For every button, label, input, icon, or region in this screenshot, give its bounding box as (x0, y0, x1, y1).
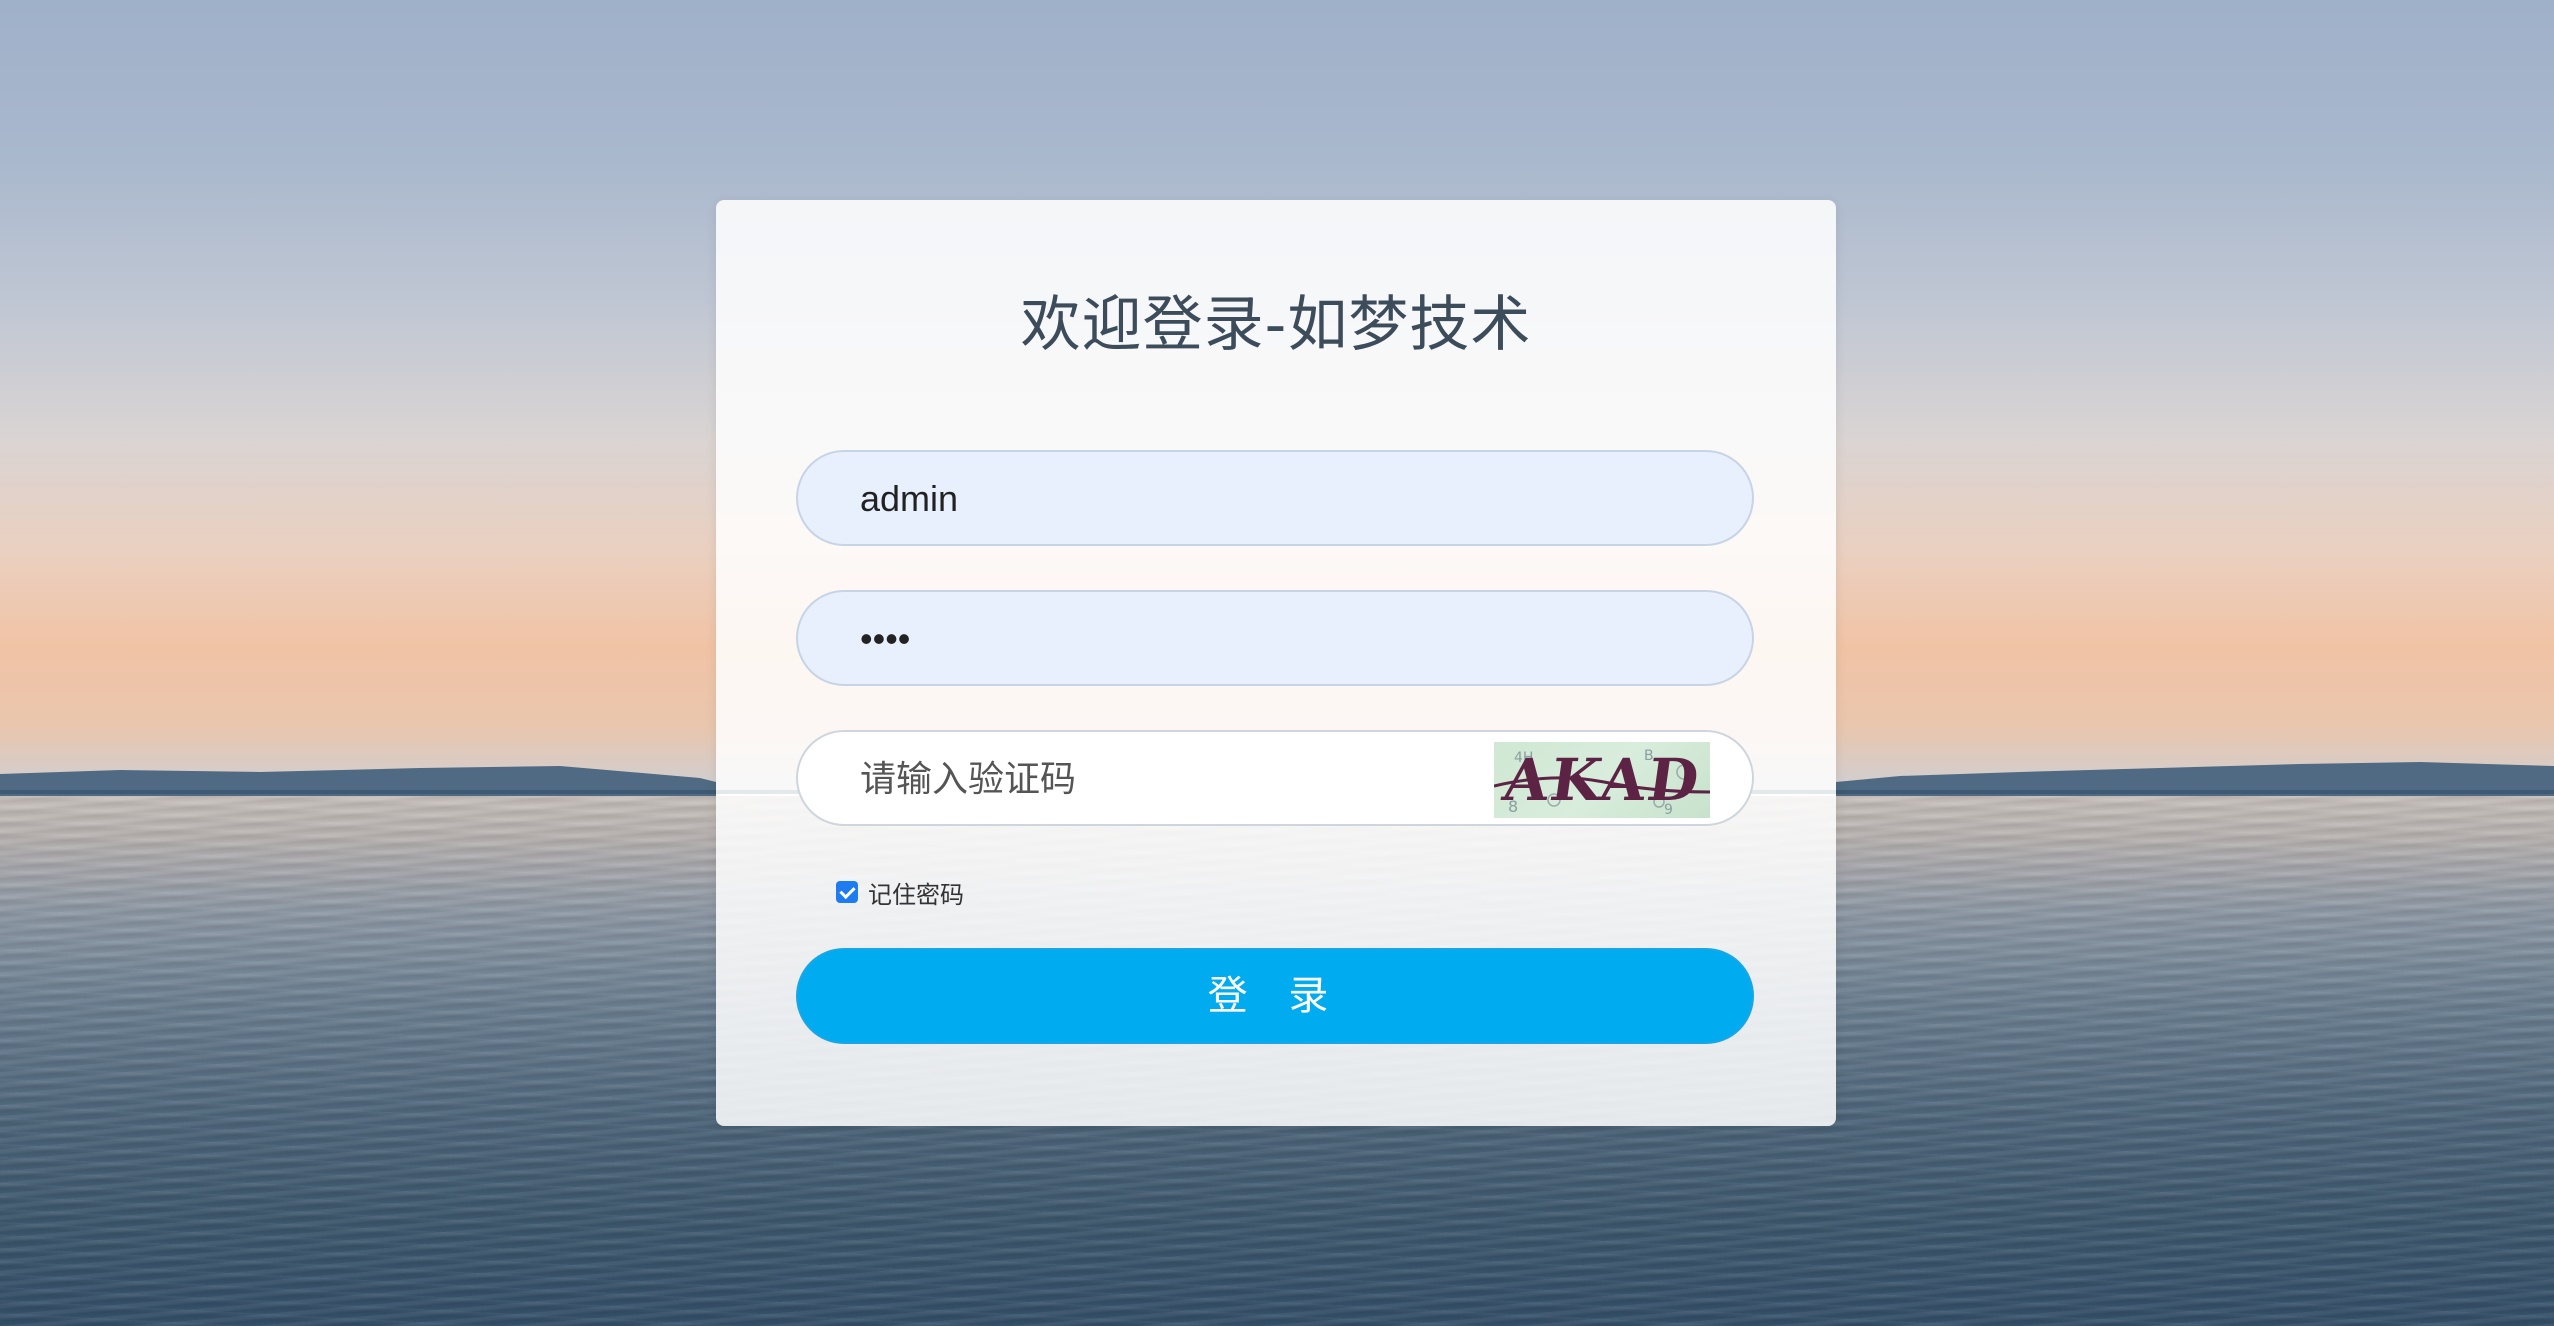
password-field[interactable] (796, 590, 1754, 686)
username-input[interactable] (858, 452, 1462, 546)
login-button[interactable]: 登 录 (796, 948, 1754, 1044)
remember-label: 记住密码 (868, 880, 964, 909)
captcha-strike (1494, 776, 1710, 794)
page-title: 欢迎登录-如梦技术 (1020, 290, 1532, 360)
captcha-input[interactable] (858, 732, 1462, 826)
username-field[interactable] (796, 450, 1754, 546)
captcha-image[interactable]: 4H B 8 9 AKAD (1494, 742, 1710, 818)
remember-checkbox[interactable] (836, 881, 858, 903)
remember-password[interactable]: 记住密码 (836, 872, 964, 912)
password-input[interactable] (858, 592, 1462, 686)
login-card: 欢迎登录-如梦技术 4H B 8 9 AKAD 记住密码 登 录 (716, 200, 1836, 1126)
captcha-field[interactable]: 4H B 8 9 AKAD (796, 730, 1754, 826)
